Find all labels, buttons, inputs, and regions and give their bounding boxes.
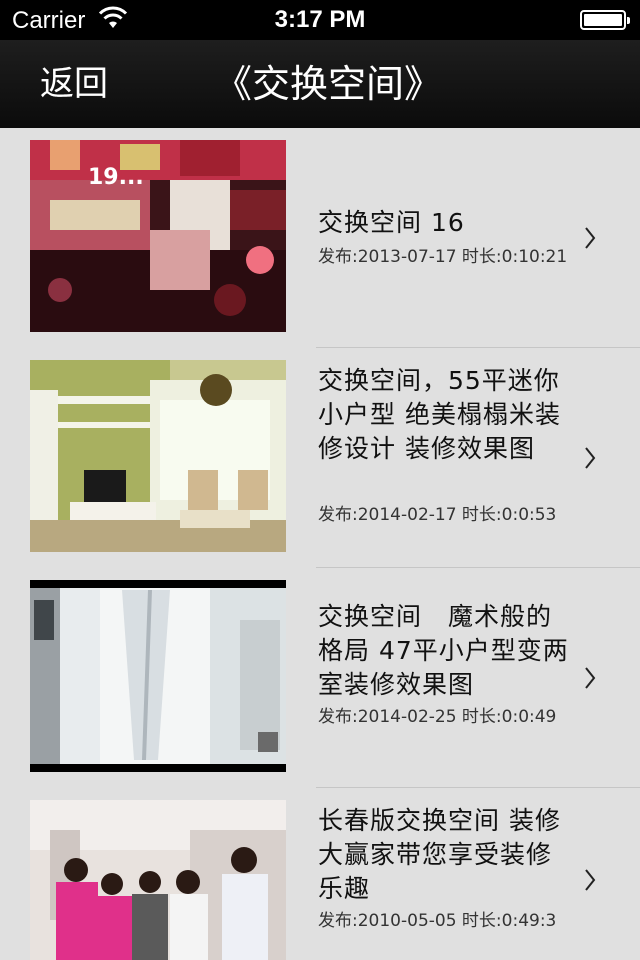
video-list-item[interactable]: 交换空间 魔术般的格局 47平小户型变两室装修效果图 发布:2014-02-25… xyxy=(0,568,640,788)
chevron-right-icon xyxy=(585,869,596,891)
chevron-right-icon xyxy=(585,227,596,249)
video-meta: 发布:2014-02-25 时长:0:0:49 xyxy=(318,707,557,727)
video-title: 交换空间 魔术般的格局 47平小户型变两室装修效果图 xyxy=(318,602,569,699)
video-meta: 发布:2014-02-17 时长:0:0:53 xyxy=(318,505,557,525)
chevron-right-icon xyxy=(585,667,596,689)
video-list-item[interactable]: 长春版交换空间 装修大赢家带您享受装修乐趣 发布:2010-05-05 时长:0… xyxy=(0,788,640,960)
navigation-bar: 返回 《交换空间》 xyxy=(0,40,640,128)
status-bar: Carrier 3:17 PM xyxy=(0,0,640,40)
video-thumbnail xyxy=(30,360,286,552)
video-thumbnail xyxy=(30,580,286,772)
video-thumbnail xyxy=(30,800,286,960)
back-button[interactable]: 返回 xyxy=(40,62,108,106)
video-title: 长春版交换空间 装修大赢家带您享受装修乐趣 xyxy=(318,806,561,903)
status-time: 3:17 PM xyxy=(274,6,366,33)
video-meta: 发布:2010-05-05 时长:0:49:3 xyxy=(318,911,557,931)
page-title: 《交换空间》 xyxy=(214,62,443,106)
chevron-right-icon xyxy=(585,447,596,469)
thumbnail-caption: 19... xyxy=(88,165,144,190)
battery-icon xyxy=(580,10,630,30)
video-list-item[interactable]: 19... 交换空间 16 发布:2013-07-17 时长:0:10:21 xyxy=(0,128,640,348)
video-list-item[interactable]: 交换空间，55平迷你小户型 绝美榻榻米装修设计 装修效果图 发布:2014-02… xyxy=(0,348,640,568)
video-thumbnail: 19... xyxy=(30,140,286,332)
video-title: 交换空间 16 xyxy=(318,208,465,237)
video-title: 交换空间，55平迷你小户型 绝美榻榻米装修设计 装修效果图 xyxy=(318,366,561,463)
video-meta: 发布:2013-07-17 时长:0:10:21 xyxy=(318,247,568,267)
